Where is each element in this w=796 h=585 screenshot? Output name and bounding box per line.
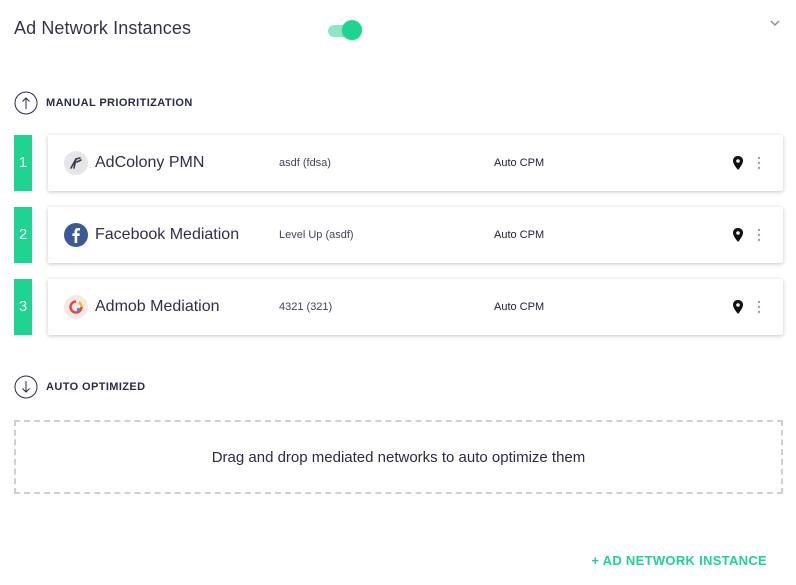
- dropzone-text: Drag and drop mediated networks to auto …: [211, 449, 586, 466]
- pricing-type: Auto CPM: [494, 301, 545, 313]
- more-options-icon[interactable]: [753, 155, 765, 171]
- adcolony-logo-icon: [64, 151, 88, 175]
- manual-prioritization-heading: MANUAL PRIORITIZATION: [14, 91, 414, 115]
- priority-rank: 2: [14, 207, 32, 263]
- ad-network-instances-header: Ad Network Instances: [14, 18, 784, 42]
- priority-rank: 3: [14, 279, 32, 335]
- instance-row: 3 Admob Mediation 4321 (321) Auto CPM: [14, 279, 784, 335]
- add-ad-network-instance-button[interactable]: + AD NETWORK INSTANCE: [591, 553, 767, 568]
- admob-logo-icon: [64, 295, 88, 319]
- pricing-type: Auto CPM: [494, 229, 545, 241]
- instance-id: asdf (fdsa): [279, 157, 331, 169]
- auto-optimize-dropzone[interactable]: Drag and drop mediated networks to auto …: [14, 420, 783, 494]
- section-label: MANUAL PRIORITIZATION: [46, 97, 193, 109]
- network-name: Admob Mediation: [95, 298, 220, 315]
- section-label: AUTO OPTIMIZED: [46, 381, 146, 393]
- arrow-up-circle-icon: [14, 91, 38, 115]
- location-pin-icon[interactable]: [731, 299, 745, 315]
- instance-id: Level Up (asdf): [279, 229, 354, 241]
- chevron-down-icon[interactable]: [768, 16, 782, 30]
- toggle-knob: [342, 20, 362, 40]
- more-options-icon[interactable]: [753, 227, 765, 243]
- facebook-logo-icon: [64, 223, 88, 247]
- network-name: Facebook Mediation: [95, 226, 240, 243]
- arrow-down-circle-icon: [14, 375, 38, 399]
- instance-row: 2 Facebook Mediation Level Up (asdf) Aut…: [14, 207, 784, 263]
- location-pin-icon[interactable]: [731, 155, 745, 171]
- more-options-icon[interactable]: [753, 299, 765, 315]
- auto-optimized-heading: AUTO OPTIMIZED: [14, 375, 414, 399]
- network-name: AdColony PMN: [95, 154, 205, 171]
- ad-network-toggle[interactable]: [328, 20, 362, 40]
- priority-rank: 1: [14, 135, 32, 191]
- instance-row: 1 AdColony PMN asdf (fdsa) Auto CPM: [14, 135, 784, 191]
- instance-card-facebook[interactable]: Facebook Mediation Level Up (asdf) Auto …: [48, 207, 783, 263]
- location-pin-icon[interactable]: [731, 227, 745, 243]
- instance-id: 4321 (321): [279, 301, 333, 313]
- pricing-type: Auto CPM: [494, 157, 545, 169]
- instance-card-admob[interactable]: Admob Mediation 4321 (321) Auto CPM: [48, 279, 783, 335]
- instance-card-adcolony[interactable]: AdColony PMN asdf (fdsa) Auto CPM: [48, 135, 783, 191]
- page-title: Ad Network Instances: [14, 18, 192, 38]
